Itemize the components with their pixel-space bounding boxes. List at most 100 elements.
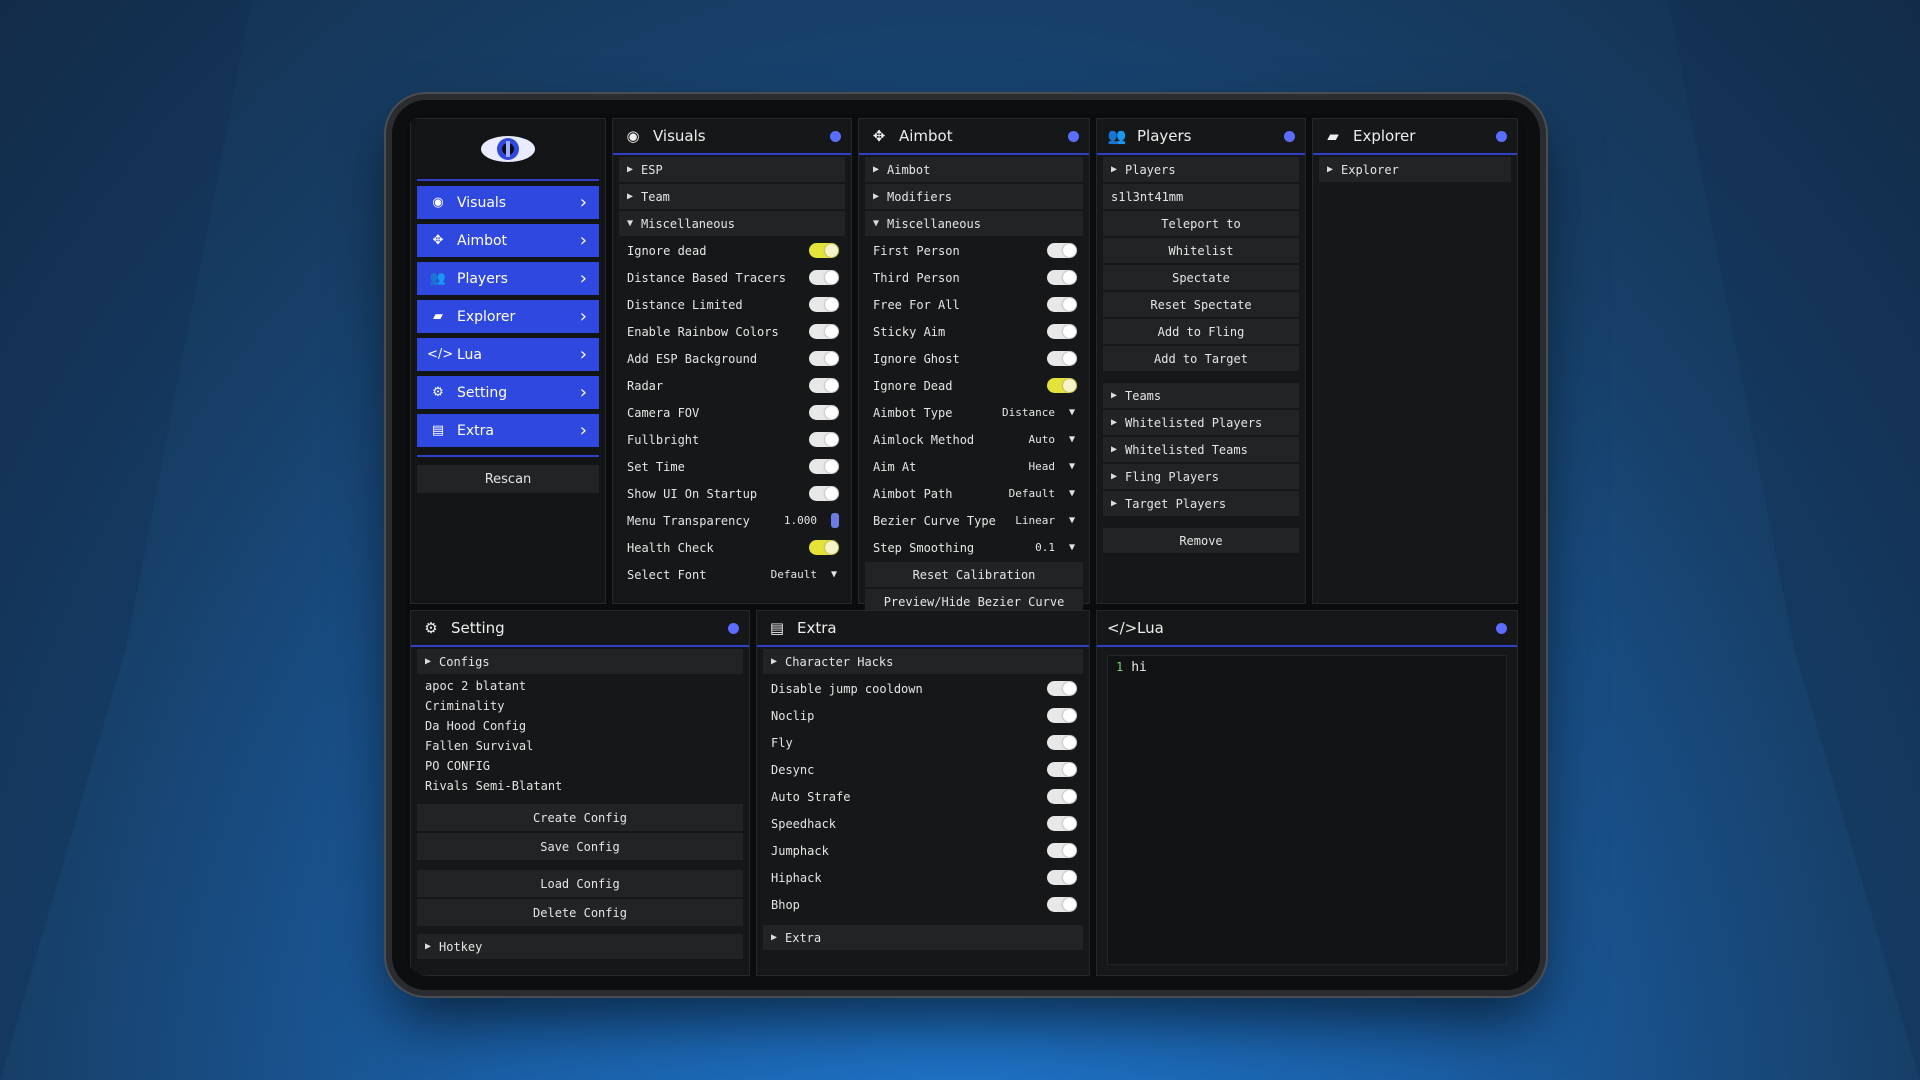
player-action-button[interactable]: Reset Spectate <box>1103 292 1299 317</box>
toggle-switch[interactable] <box>1047 870 1077 885</box>
toggle-switch[interactable] <box>1047 297 1077 312</box>
sidebar-item-players[interactable]: 👥 Players › <box>417 262 599 295</box>
sidebar-item-visuals[interactable]: ◉ Visuals › <box>417 186 599 219</box>
toggle-switch[interactable] <box>809 540 839 555</box>
toggle-switch[interactable] <box>809 459 839 474</box>
toggle-switch[interactable] <box>1047 789 1077 804</box>
section-header[interactable]: ▶ Teams <box>1103 383 1299 408</box>
toggle-row[interactable]: Fly <box>763 730 1083 755</box>
toggle-row[interactable]: Free For All <box>865 292 1083 317</box>
toggle-row[interactable]: Speedhack <box>763 811 1083 836</box>
config-item[interactable]: Fallen Survival <box>411 738 749 758</box>
character-hacks-section[interactable]: ▶ Character Hacks <box>763 649 1083 674</box>
dropdown-row[interactable]: Select Font Default ▼ <box>619 562 845 587</box>
toggle-row[interactable]: Disable jump cooldown <box>763 676 1083 701</box>
toggle-switch[interactable] <box>1047 681 1077 696</box>
dropdown-row[interactable]: Aimbot Path Default ▼ <box>865 481 1083 506</box>
toggle-row[interactable]: Ignore Ghost <box>865 346 1083 371</box>
menu-transparency-slider[interactable]: Menu Transparency 1.000 <box>619 508 845 533</box>
panel-dot[interactable] <box>1496 131 1507 142</box>
toggle-row[interactable]: Health Check <box>619 535 845 560</box>
sidebar-item-extra[interactable]: ▤ Extra › <box>417 414 599 447</box>
sidebar-item-setting[interactable]: ⚙ Setting › <box>417 376 599 409</box>
toggle-row[interactable]: Show UI On Startup <box>619 481 845 506</box>
toggle-switch[interactable] <box>1047 843 1077 858</box>
toggle-row[interactable]: Add ESP Background <box>619 346 845 371</box>
section-header[interactable]: ▶ Target Players <box>1103 491 1299 516</box>
section-header[interactable]: ▼ Miscellaneous <box>865 211 1083 236</box>
toggle-switch[interactable] <box>809 297 839 312</box>
toggle-row[interactable]: Distance Limited <box>619 292 845 317</box>
toggle-switch[interactable] <box>1047 735 1077 750</box>
toggle-switch[interactable] <box>1047 762 1077 777</box>
config-button[interactable]: Load Config <box>417 870 743 897</box>
toggle-switch[interactable] <box>1047 708 1077 723</box>
section-header[interactable]: ▶ Players <box>1103 157 1299 182</box>
toggle-switch[interactable] <box>1047 270 1077 285</box>
toggle-switch[interactable] <box>809 432 839 447</box>
aimbot-button[interactable]: Reset Calibration <box>865 562 1083 587</box>
toggle-row[interactable]: Third Person <box>865 265 1083 290</box>
extra-section[interactable]: ▶ Extra <box>763 925 1083 950</box>
section-header[interactable]: ▶ Fling Players <box>1103 464 1299 489</box>
toggle-row[interactable]: Set Time <box>619 454 845 479</box>
remove-button[interactable]: Remove <box>1103 528 1299 553</box>
panel-dot[interactable] <box>1068 131 1079 142</box>
toggle-switch[interactable] <box>809 243 839 258</box>
toggle-switch[interactable] <box>809 378 839 393</box>
section-header[interactable]: ▶ Modifiers <box>865 184 1083 209</box>
section-header[interactable]: ▶ Team <box>619 184 845 209</box>
toggle-switch[interactable] <box>809 405 839 420</box>
sidebar-item-lua[interactable]: </> Lua › <box>417 338 599 371</box>
toggle-row[interactable]: Hiphack <box>763 865 1083 890</box>
toggle-switch[interactable] <box>809 351 839 366</box>
configs-section[interactable]: ▶ Configs <box>417 649 743 674</box>
config-item[interactable]: Rivals Semi-Blatant <box>411 778 749 798</box>
panel-dot[interactable] <box>728 623 739 634</box>
slider-handle[interactable] <box>831 513 839 528</box>
player-action-button[interactable]: Teleport to <box>1103 211 1299 236</box>
config-button[interactable]: Create Config <box>417 804 743 831</box>
section-header[interactable]: ▶ Whitelisted Players <box>1103 410 1299 435</box>
toggle-switch[interactable] <box>1047 351 1077 366</box>
toggle-switch[interactable] <box>809 270 839 285</box>
toggle-row[interactable]: Fullbright <box>619 427 845 452</box>
explorer-tree-item[interactable]: ▶ Explorer <box>1319 157 1511 182</box>
config-button[interactable]: Save Config <box>417 833 743 860</box>
config-item[interactable]: Da Hood Config <box>411 718 749 738</box>
toggle-switch[interactable] <box>1047 378 1077 393</box>
code-text[interactable]: hi <box>1131 660 1147 675</box>
rescan-button[interactable]: Rescan <box>417 465 599 493</box>
toggle-row[interactable]: Auto Strafe <box>763 784 1083 809</box>
toggle-row[interactable]: Distance Based Tracers <box>619 265 845 290</box>
toggle-switch[interactable] <box>1047 816 1077 831</box>
player-action-button[interactable]: Add to Fling <box>1103 319 1299 344</box>
selected-player[interactable]: s1l3nt41mm <box>1103 184 1299 209</box>
config-item[interactable]: Criminality <box>411 698 749 718</box>
dropdown-row[interactable]: Bezier Curve Type Linear ▼ <box>865 508 1083 533</box>
config-item[interactable]: PO CONFIG <box>411 758 749 778</box>
section-header[interactable]: ▶ ESP <box>619 157 845 182</box>
player-action-button[interactable]: Add to Target <box>1103 346 1299 371</box>
section-header[interactable]: ▶ Whitelisted Teams <box>1103 437 1299 462</box>
toggle-row[interactable]: Radar <box>619 373 845 398</box>
dropdown-row[interactable]: Aimbot Type Distance ▼ <box>865 400 1083 425</box>
section-header[interactable]: ▼ Miscellaneous <box>619 211 845 236</box>
toggle-row[interactable]: Ignore Dead <box>865 373 1083 398</box>
config-button[interactable]: Delete Config <box>417 899 743 926</box>
toggle-row[interactable]: Ignore dead <box>619 238 845 263</box>
toggle-row[interactable]: Desync <box>763 757 1083 782</box>
toggle-row[interactable]: Sticky Aim <box>865 319 1083 344</box>
panel-dot[interactable] <box>830 131 841 142</box>
toggle-switch[interactable] <box>809 486 839 501</box>
panel-dot[interactable] <box>1284 131 1295 142</box>
toggle-switch[interactable] <box>809 324 839 339</box>
toggle-switch[interactable] <box>1047 243 1077 258</box>
toggle-switch[interactable] <box>1047 897 1077 912</box>
toggle-row[interactable]: Noclip <box>763 703 1083 728</box>
toggle-row[interactable]: Camera FOV <box>619 400 845 425</box>
config-item[interactable]: apoc 2 blatant <box>411 678 749 698</box>
dropdown-row[interactable]: Step Smoothing 0.1 ▼ <box>865 535 1083 560</box>
toggle-row[interactable]: First Person <box>865 238 1083 263</box>
section-header[interactable]: ▶ Aimbot <box>865 157 1083 182</box>
